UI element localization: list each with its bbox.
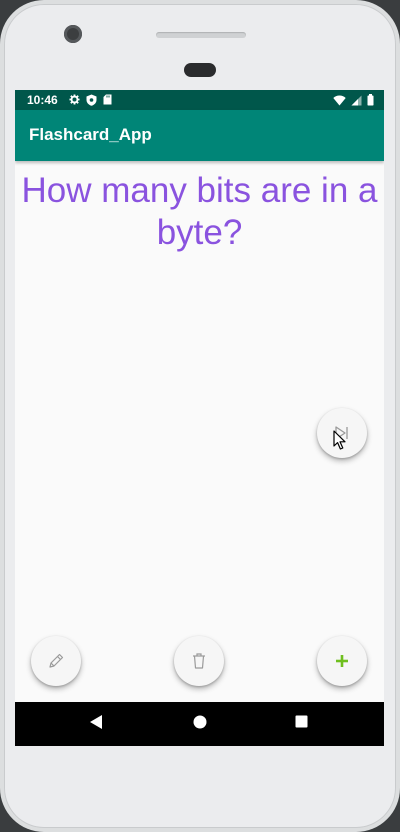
wifi-icon	[333, 95, 346, 109]
proximity-sensor	[184, 63, 216, 77]
add-card-button[interactable]	[317, 636, 367, 686]
status-notification-icons	[69, 94, 112, 109]
delete-card-button[interactable]	[174, 636, 224, 686]
settings-icon	[69, 94, 80, 109]
front-camera	[64, 25, 82, 43]
home-icon	[193, 715, 207, 734]
mouse-cursor-icon	[333, 430, 347, 450]
earpiece-speaker	[156, 32, 246, 38]
battery-icon	[367, 94, 374, 109]
app-bar: Flashcard_App	[15, 110, 384, 161]
pencil-icon	[46, 651, 66, 671]
flashcard-question[interactable]: How many bits are in a byte?	[15, 170, 384, 254]
screen: 10:46 Flashcard_App How many bits are in…	[15, 90, 384, 746]
nav-back-button[interactable]	[74, 702, 118, 746]
shield-icon	[86, 94, 97, 109]
next-card-button[interactable]	[317, 408, 367, 458]
edit-card-button[interactable]	[31, 636, 81, 686]
status-bar: 10:46	[15, 90, 384, 110]
status-system-icons	[333, 94, 374, 109]
nav-home-button[interactable]	[178, 702, 222, 746]
app-title: Flashcard_App	[29, 125, 152, 144]
plus-icon	[335, 654, 349, 668]
status-time: 10:46	[27, 93, 58, 107]
back-icon	[89, 714, 103, 735]
sd-card-icon	[103, 94, 112, 109]
trash-icon	[190, 651, 208, 671]
signal-icon	[351, 95, 362, 109]
nav-recents-button[interactable]	[279, 702, 323, 746]
phone-frame: 10:46 Flashcard_App How many bits are in…	[0, 0, 400, 832]
recents-icon	[295, 715, 308, 733]
system-nav-bar	[15, 702, 384, 746]
